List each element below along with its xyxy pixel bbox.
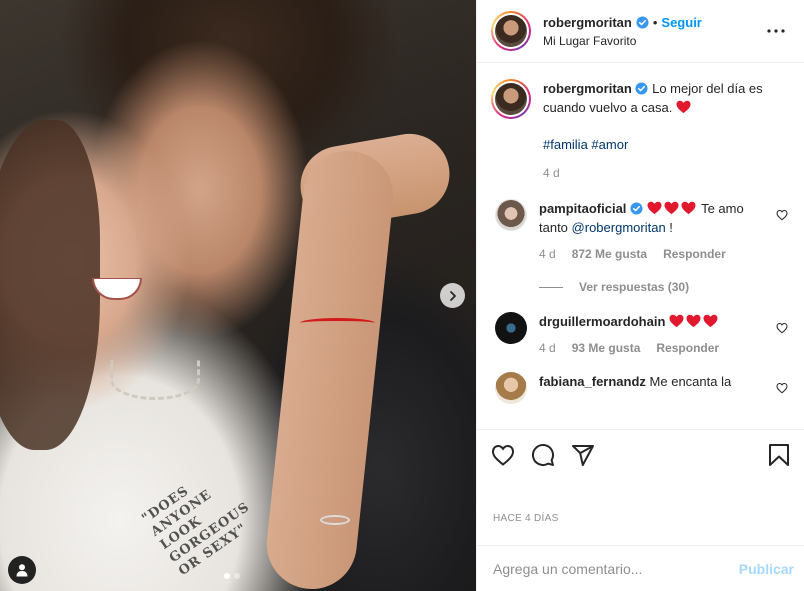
share-icon xyxy=(572,444,594,466)
author-avatar-image xyxy=(495,15,527,47)
reply-button[interactable]: Responder xyxy=(663,245,726,264)
carousel-dots xyxy=(224,573,240,579)
comment-username[interactable]: pampitaoficial xyxy=(539,201,626,216)
follow-button[interactable]: Seguir xyxy=(661,15,701,30)
author-avatar[interactable] xyxy=(491,11,531,51)
heart-icon[interactable] xyxy=(776,209,788,221)
post-header: robergmoritan • Seguir Mi Lugar Favorito xyxy=(477,0,804,63)
comment-icon xyxy=(532,443,554,466)
comment-input[interactable] xyxy=(493,560,739,577)
hashtag-link[interactable]: #amor xyxy=(591,137,628,152)
caption-hashtags: #familia #amor xyxy=(543,135,788,154)
red-heart-emoji-icon xyxy=(703,314,718,328)
header-username[interactable]: robergmoritan xyxy=(543,15,632,30)
caption-time[interactable]: 4 d xyxy=(543,164,788,183)
comment-time[interactable]: 4 d xyxy=(539,339,556,358)
photo-hair xyxy=(0,120,100,450)
post-location[interactable]: Mi Lugar Favorito xyxy=(543,34,764,48)
red-heart-emoji-icon xyxy=(676,100,691,114)
carousel-dot xyxy=(234,573,240,579)
more-options-icon xyxy=(767,29,785,33)
post-caption: robergmoritan Lo mejor del día es cuando… xyxy=(491,79,788,183)
comment-text: Me encanta la xyxy=(649,374,732,389)
header-separator: • xyxy=(652,14,658,30)
comment-likes[interactable]: 872 Me gusta xyxy=(572,245,647,264)
red-heart-emoji-icon xyxy=(686,314,701,328)
comment-suffix: ! xyxy=(669,220,673,235)
share-button[interactable] xyxy=(571,435,611,475)
photo-necklace xyxy=(110,360,200,400)
comment-item: pampitaoficial Te amo tanto @robergmorit… xyxy=(491,199,788,264)
comment-username[interactable]: drguillermoardohain xyxy=(539,314,665,329)
post-actions xyxy=(477,429,804,479)
more-options-button[interactable] xyxy=(764,19,788,43)
photo-ring xyxy=(320,515,350,525)
comment-username[interactable]: fabiana_fernandz xyxy=(539,374,646,389)
publish-button[interactable]: Publicar xyxy=(739,561,794,577)
reply-button[interactable]: Responder xyxy=(656,339,719,358)
heart-icon xyxy=(491,444,515,466)
hashtag-link[interactable]: #familia xyxy=(543,137,588,152)
like-button[interactable] xyxy=(491,435,531,475)
verified-badge-icon xyxy=(635,82,649,95)
comment-time[interactable]: 4 d xyxy=(539,245,556,264)
user-tag-icon xyxy=(16,564,28,577)
replies-line xyxy=(539,286,563,288)
comment-meta: 4 d 872 Me gusta Responder xyxy=(539,245,766,264)
comments-section[interactable]: robergmoritan Lo mejor del día es cuando… xyxy=(477,63,804,429)
post-photo[interactable]: "DOES ANYONE LOOK GORGEOUS OR SEXY" xyxy=(0,0,476,591)
caption-avatar[interactable] xyxy=(491,79,531,119)
verified-badge-icon xyxy=(636,15,649,29)
red-heart-emoji-icon xyxy=(669,314,684,328)
user-tag-button[interactable] xyxy=(8,556,36,584)
red-heart-emoji-icon xyxy=(647,201,662,215)
heart-icon[interactable] xyxy=(776,382,788,394)
verified-badge-icon xyxy=(630,202,643,215)
next-photo-button[interactable] xyxy=(440,283,465,308)
comment-likes[interactable]: 93 Me gusta xyxy=(572,339,641,358)
comment-meta: 4 d 93 Me gusta Responder xyxy=(539,339,766,358)
comment-item: drguillermoardohain 4 d 93 Me gusta Resp… xyxy=(491,312,788,358)
commenter-avatar[interactable] xyxy=(495,199,527,231)
add-comment-bar: Publicar xyxy=(477,545,804,591)
commenter-avatar[interactable] xyxy=(495,372,527,404)
view-replies-label: Ver respuestas (30) xyxy=(579,280,690,294)
post-side-panel: robergmoritan • Seguir Mi Lugar Favorito xyxy=(476,0,804,591)
instagram-post: "DOES ANYONE LOOK GORGEOUS OR SEXY" robe… xyxy=(0,0,804,591)
commenter-avatar[interactable] xyxy=(495,312,527,344)
heart-icon[interactable] xyxy=(776,322,788,334)
comment-mention[interactable]: @robergmoritan xyxy=(572,220,666,235)
caption-avatar-image xyxy=(495,83,527,115)
comment-button[interactable] xyxy=(531,435,571,475)
bookmark-icon xyxy=(769,443,789,466)
red-heart-emoji-icon xyxy=(664,201,679,215)
view-replies-button[interactable]: Ver respuestas (30) xyxy=(539,280,788,294)
carousel-dot-active xyxy=(224,573,230,579)
photo-red-bracelet xyxy=(300,318,375,328)
comment-item: fabiana_fernandz Me encanta la xyxy=(491,372,788,404)
red-heart-emoji-icon xyxy=(681,201,696,215)
post-date[interactable]: HACE 4 DÍAS xyxy=(477,479,804,545)
caption-username[interactable]: robergmoritan xyxy=(543,81,632,96)
chevron-right-icon xyxy=(449,290,456,301)
save-button[interactable] xyxy=(750,435,790,475)
